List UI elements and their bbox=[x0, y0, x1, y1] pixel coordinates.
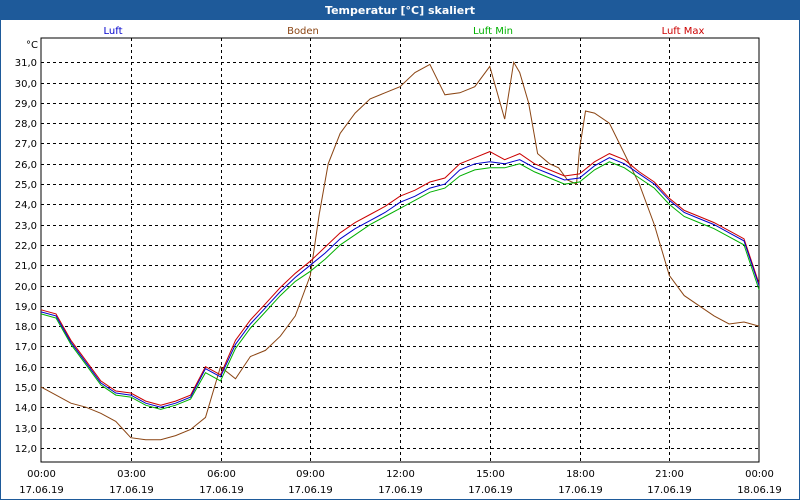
y-tick-label: 22,0 bbox=[15, 241, 37, 252]
y-tick-label: 31,0 bbox=[15, 58, 37, 69]
x-tick-time-label: 21:00 bbox=[655, 469, 684, 480]
y-tick-label: 18,0 bbox=[15, 322, 37, 333]
legend-item-boden: Boden bbox=[287, 26, 319, 37]
y-axis-unit-label: °C bbox=[26, 40, 38, 51]
y-tick-label: 25,0 bbox=[15, 180, 37, 191]
y-tick-label: 13,0 bbox=[15, 424, 37, 435]
x-tick-date-label: 18.06.19 bbox=[737, 485, 782, 496]
x-tick-time-label: 06:00 bbox=[207, 469, 236, 480]
x-tick-time-label: 00:00 bbox=[27, 469, 56, 480]
y-tick-label: 28,0 bbox=[15, 119, 37, 130]
y-tick-label: 30,0 bbox=[15, 79, 37, 90]
y-tick-label: 14,0 bbox=[15, 403, 37, 414]
x-tick-time-label: 18:00 bbox=[566, 469, 595, 480]
x-tick-time-label: 12:00 bbox=[386, 469, 415, 480]
legend-item-luft: Luft bbox=[104, 26, 123, 37]
y-tick-label: 29,0 bbox=[15, 99, 37, 110]
x-tick-date-label: 17.06.19 bbox=[109, 485, 154, 496]
x-tick-time-label: 15:00 bbox=[476, 469, 505, 480]
legend-item-luft-min: Luft Min bbox=[473, 26, 513, 37]
temperature-chart: Luft Boden Luft Min Luft Max °C 12,0 13,0 14,… bbox=[15, 26, 782, 496]
y-tick-label: 19,0 bbox=[15, 302, 37, 313]
x-tick-date-label: 17.06.19 bbox=[19, 485, 64, 496]
x-tick-date-label: 17.06.19 bbox=[468, 485, 513, 496]
x-tick-time-label: 03:00 bbox=[117, 469, 146, 480]
y-tick-label: 15,0 bbox=[15, 383, 37, 394]
y-tick-label: 27,0 bbox=[15, 139, 37, 150]
x-tick-date-label: 17.06.19 bbox=[558, 485, 603, 496]
y-tick-label: 23,0 bbox=[15, 221, 37, 232]
y-tick-label: 16,0 bbox=[15, 363, 37, 374]
chart-grid bbox=[41, 38, 759, 462]
x-tick-time-label: 09:00 bbox=[296, 469, 325, 480]
legend-item-luft-max: Luft Max bbox=[662, 26, 705, 37]
y-tick-label: 20,0 bbox=[15, 282, 37, 293]
y-tick-label: 12,0 bbox=[15, 444, 37, 455]
x-tick-date-label: 17.06.19 bbox=[378, 485, 423, 496]
y-tick-label: 24,0 bbox=[15, 200, 37, 211]
x-tick-date-label: 17.06.19 bbox=[288, 485, 333, 496]
x-tick-date-label: 17.06.19 bbox=[647, 485, 692, 496]
x-tick-date-label: 17.06.19 bbox=[199, 485, 244, 496]
y-tick-label: 21,0 bbox=[15, 261, 37, 272]
y-tick-label: 17,0 bbox=[15, 342, 37, 353]
chart-legend: Luft Boden Luft Min Luft Max bbox=[104, 26, 705, 37]
y-tick-label: 26,0 bbox=[15, 160, 37, 171]
x-tick-time-label: 00:00 bbox=[745, 469, 774, 480]
